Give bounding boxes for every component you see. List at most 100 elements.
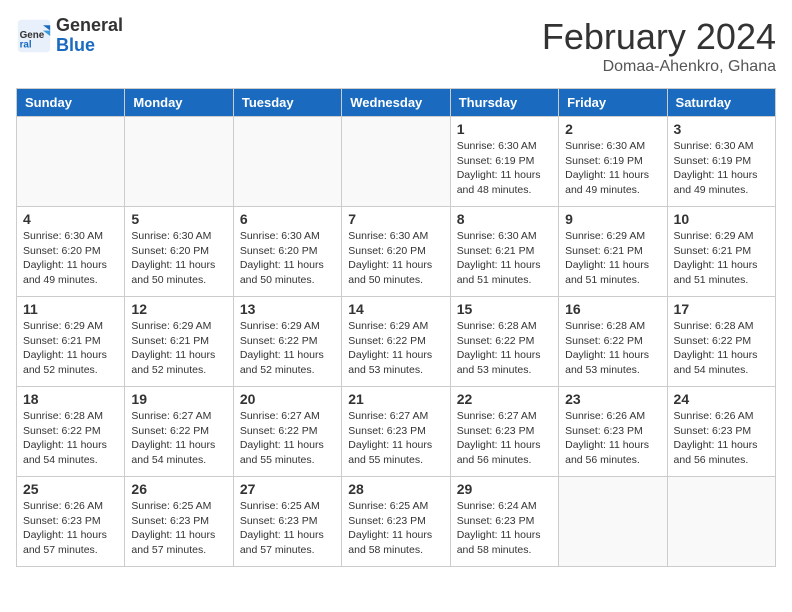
day-number: 23	[565, 391, 660, 407]
day-info: Sunrise: 6:28 AM Sunset: 6:22 PM Dayligh…	[23, 409, 118, 468]
calendar-cell: 21 Sunrise: 6:27 AM Sunset: 6:23 PM Dayli…	[342, 387, 450, 477]
day-number: 16	[565, 301, 660, 317]
day-info: Sunrise: 6:30 AM Sunset: 6:20 PM Dayligh…	[131, 229, 226, 288]
day-header-sunday: Sunday	[17, 89, 125, 117]
calendar-cell: 3 Sunrise: 6:30 AM Sunset: 6:19 PM Daylig…	[667, 117, 775, 207]
calendar-cell: 29Sunrise: 6:24 AM Sunset: 6:23 PM Dayli…	[450, 477, 558, 567]
day-header-monday: Monday	[125, 89, 233, 117]
day-info: Sunrise: 6:29 AM Sunset: 6:21 PM Dayligh…	[674, 229, 769, 288]
calendar-cell: 27 Sunrise: 6:25 AM Sunset: 6:23 PM Dayli…	[233, 477, 341, 567]
day-info: Sunrise: 6:30 AM Sunset: 6:20 PM Dayligh…	[23, 229, 118, 288]
day-number: 15	[457, 301, 552, 317]
day-info: Sunrise: 6:26 AM Sunset: 6:23 PM Dayligh…	[565, 409, 660, 468]
day-info: Sunrise: 6:29 AM Sunset: 6:21 PM Dayligh…	[23, 319, 118, 378]
week-row-5: 25 Sunrise: 6:26 AM Sunset: 6:23 PM Dayli…	[17, 477, 776, 567]
day-number: 27	[240, 481, 335, 497]
calendar-cell: 17 Sunrise: 6:28 AM Sunset: 6:22 PM Dayli…	[667, 297, 775, 387]
calendar-cell	[233, 117, 341, 207]
day-number: 28	[348, 481, 443, 497]
day-info: Sunrise: 6:27 AM Sunset: 6:23 PM Dayligh…	[457, 409, 552, 468]
day-info: Sunrise: 6:27 AM Sunset: 6:22 PM Dayligh…	[131, 409, 226, 468]
day-info: Sunrise: 6:27 AM Sunset: 6:23 PM Dayligh…	[348, 409, 443, 468]
svg-text:ral: ral	[20, 39, 32, 50]
day-info: Sunrise: 6:30 AM Sunset: 6:21 PM Dayligh…	[457, 229, 552, 288]
calendar-cell: 14Sunrise: 6:29 AM Sunset: 6:22 PM Dayli…	[342, 297, 450, 387]
calendar-cell: 16 Sunrise: 6:28 AM Sunset: 6:22 PM Dayli…	[559, 297, 667, 387]
logo: Gene ral General Blue	[16, 16, 123, 56]
day-info: Sunrise: 6:25 AM Sunset: 6:23 PM Dayligh…	[348, 499, 443, 558]
day-info: Sunrise: 6:29 AM Sunset: 6:22 PM Dayligh…	[240, 319, 335, 378]
day-header-saturday: Saturday	[667, 89, 775, 117]
calendar-cell: 18 Sunrise: 6:28 AM Sunset: 6:22 PM Dayli…	[17, 387, 125, 477]
calendar-cell	[667, 477, 775, 567]
day-info: Sunrise: 6:29 AM Sunset: 6:21 PM Dayligh…	[131, 319, 226, 378]
calendar-cell: 8 Sunrise: 6:30 AM Sunset: 6:21 PM Daylig…	[450, 207, 558, 297]
week-row-4: 18 Sunrise: 6:28 AM Sunset: 6:22 PM Dayli…	[17, 387, 776, 477]
calendar-cell	[125, 117, 233, 207]
calendar: SundayMondayTuesdayWednesdayThursdayFrid…	[16, 88, 776, 567]
day-info: Sunrise: 6:30 AM Sunset: 6:19 PM Dayligh…	[674, 139, 769, 198]
logo-text: General Blue	[56, 16, 123, 56]
day-number: 3	[674, 121, 769, 137]
day-header-friday: Friday	[559, 89, 667, 117]
calendar-body: 1 Sunrise: 6:30 AM Sunset: 6:19 PM Daylig…	[17, 117, 776, 567]
day-number: 17	[674, 301, 769, 317]
day-info: Sunrise: 6:30 AM Sunset: 6:20 PM Dayligh…	[240, 229, 335, 288]
calendar-cell: 22 Sunrise: 6:27 AM Sunset: 6:23 PM Dayli…	[450, 387, 558, 477]
week-row-3: 11 Sunrise: 6:29 AM Sunset: 6:21 PM Dayli…	[17, 297, 776, 387]
day-number: 21	[348, 391, 443, 407]
calendar-cell: 1 Sunrise: 6:30 AM Sunset: 6:19 PM Daylig…	[450, 117, 558, 207]
calendar-cell: 10 Sunrise: 6:29 AM Sunset: 6:21 PM Dayli…	[667, 207, 775, 297]
day-number: 1	[457, 121, 552, 137]
day-header-wednesday: Wednesday	[342, 89, 450, 117]
calendar-cell: 19 Sunrise: 6:27 AM Sunset: 6:22 PM Dayli…	[125, 387, 233, 477]
location-subtitle: Domaa-Ahenkro, Ghana	[542, 58, 776, 76]
day-number: 22	[457, 391, 552, 407]
calendar-cell: 24 Sunrise: 6:26 AM Sunset: 6:23 PM Dayli…	[667, 387, 775, 477]
calendar-cell	[559, 477, 667, 567]
logo-icon: Gene ral	[16, 18, 52, 54]
calendar-cell	[342, 117, 450, 207]
calendar-cell: 11 Sunrise: 6:29 AM Sunset: 6:21 PM Dayli…	[17, 297, 125, 387]
day-info: Sunrise: 6:26 AM Sunset: 6:23 PM Dayligh…	[674, 409, 769, 468]
day-info: Sunrise: 6:28 AM Sunset: 6:22 PM Dayligh…	[457, 319, 552, 378]
day-info: Sunrise: 6:27 AM Sunset: 6:22 PM Dayligh…	[240, 409, 335, 468]
calendar-cell: 12Sunrise: 6:29 AM Sunset: 6:21 PM Dayli…	[125, 297, 233, 387]
day-number: 18	[23, 391, 118, 407]
day-info: Sunrise: 6:26 AM Sunset: 6:23 PM Dayligh…	[23, 499, 118, 558]
calendar-cell: 4 Sunrise: 6:30 AM Sunset: 6:20 PM Daylig…	[17, 207, 125, 297]
month-title: February 2024	[542, 16, 776, 58]
day-info: Sunrise: 6:25 AM Sunset: 6:23 PM Dayligh…	[131, 499, 226, 558]
header: Gene ral General Blue February 2024 Doma…	[16, 16, 776, 76]
day-number: 8	[457, 211, 552, 227]
day-info: Sunrise: 6:30 AM Sunset: 6:19 PM Dayligh…	[457, 139, 552, 198]
day-number: 10	[674, 211, 769, 227]
day-number: 20	[240, 391, 335, 407]
day-number: 24	[674, 391, 769, 407]
calendar-cell: 23 Sunrise: 6:26 AM Sunset: 6:23 PM Dayli…	[559, 387, 667, 477]
day-info: Sunrise: 6:25 AM Sunset: 6:23 PM Dayligh…	[240, 499, 335, 558]
week-row-1: 1 Sunrise: 6:30 AM Sunset: 6:19 PM Daylig…	[17, 117, 776, 207]
calendar-cell: 15 Sunrise: 6:28 AM Sunset: 6:22 PM Dayli…	[450, 297, 558, 387]
day-info: Sunrise: 6:28 AM Sunset: 6:22 PM Dayligh…	[565, 319, 660, 378]
logo-general-text: General	[56, 16, 123, 36]
calendar-cell: 26 Sunrise: 6:25 AM Sunset: 6:23 PM Dayli…	[125, 477, 233, 567]
day-number: 2	[565, 121, 660, 137]
calendar-cell: 2Sunrise: 6:30 AM Sunset: 6:19 PM Daylig…	[559, 117, 667, 207]
logo-blue-text: Blue	[56, 36, 123, 56]
calendar-cell: 28 Sunrise: 6:25 AM Sunset: 6:23 PM Dayli…	[342, 477, 450, 567]
calendar-header: SundayMondayTuesdayWednesdayThursdayFrid…	[17, 89, 776, 117]
day-number: 26	[131, 481, 226, 497]
day-number: 7	[348, 211, 443, 227]
day-number: 25	[23, 481, 118, 497]
day-number: 6	[240, 211, 335, 227]
day-number: 19	[131, 391, 226, 407]
day-header-tuesday: Tuesday	[233, 89, 341, 117]
day-number: 9	[565, 211, 660, 227]
calendar-cell: 13Sunrise: 6:29 AM Sunset: 6:22 PM Dayli…	[233, 297, 341, 387]
calendar-cell: 7Sunrise: 6:30 AM Sunset: 6:20 PM Daylig…	[342, 207, 450, 297]
calendar-cell: 6 Sunrise: 6:30 AM Sunset: 6:20 PM Daylig…	[233, 207, 341, 297]
day-number: 4	[23, 211, 118, 227]
day-info: Sunrise: 6:28 AM Sunset: 6:22 PM Dayligh…	[674, 319, 769, 378]
day-number: 11	[23, 301, 118, 317]
